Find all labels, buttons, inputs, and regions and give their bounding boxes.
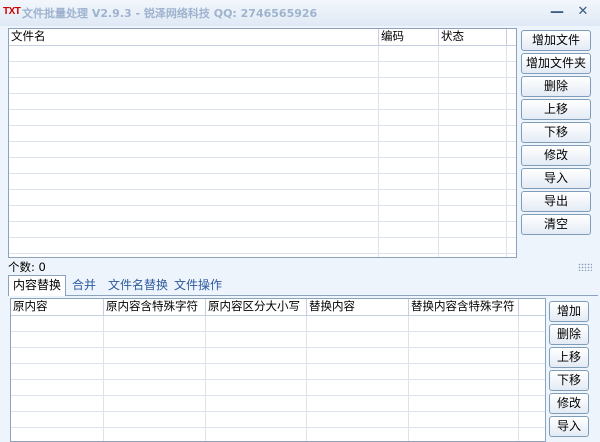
tab-file-operations[interactable]: 文件操作 (170, 276, 226, 295)
import-file-button[interactable]: 导入 (521, 168, 591, 189)
title-bar[interactable]: TXT 文件批量处理 V2.9.3 - 锐泽网络科技 QQ: 274656592… (0, 0, 600, 26)
tab-content-replace[interactable]: 内容替换 (8, 275, 67, 296)
edit-file-button[interactable]: 修改 (521, 145, 591, 166)
resize-grip-icon[interactable] (578, 263, 592, 271)
file-list-header: 文件名 编码 状态 (9, 29, 516, 46)
move-down-rule-button[interactable]: 下移 (549, 370, 589, 391)
column-header-original-case[interactable]: 原内容区分大小写 (206, 299, 307, 315)
add-file-button[interactable]: 增加文件 (521, 30, 591, 51)
tab-merge[interactable]: 合并 (68, 276, 100, 295)
move-up-file-button[interactable]: 上移 (521, 99, 591, 120)
delete-rule-button[interactable]: 删除 (549, 324, 589, 345)
file-list-table[interactable]: 文件名 编码 状态 (8, 28, 517, 258)
close-icon[interactable]: ✕ (574, 3, 592, 21)
replace-rules-header: 原内容 原内容含特殊字符 原内容区分大小写 替换内容 替换内容含特殊字符 (11, 299, 545, 316)
add-rule-button[interactable]: 增加 (549, 301, 589, 322)
column-header-replacement[interactable]: 替换内容 (307, 299, 409, 315)
file-list-rows[interactable] (9, 46, 516, 257)
column-header-encoding[interactable]: 编码 (379, 29, 439, 45)
add-folder-button[interactable]: 增加文件夹 (521, 53, 591, 74)
move-up-rule-button[interactable]: 上移 (549, 347, 589, 368)
replace-rules-rows[interactable] (11, 316, 545, 441)
import-rule-button[interactable]: 导入 (549, 416, 589, 437)
export-file-button[interactable]: 导出 (521, 191, 591, 212)
window-title: 文件批量处理 V2.9.3 - 锐泽网络科技 QQ: 2746565926 (22, 7, 318, 20)
edit-rule-button[interactable]: 修改 (549, 393, 589, 414)
minimize-icon[interactable]: — (548, 3, 566, 21)
column-header-original[interactable]: 原内容 (11, 299, 104, 315)
tab-filename-replace[interactable]: 文件名替换 (104, 276, 172, 295)
clear-list-button[interactable]: 清空 (521, 214, 591, 235)
app-logo: TXT (3, 6, 21, 17)
column-header-replacement-special[interactable]: 替换内容含特殊字符 (409, 299, 519, 315)
move-down-file-button[interactable]: 下移 (521, 122, 591, 143)
column-header-original-special[interactable]: 原内容含特殊字符 (104, 299, 206, 315)
replace-rules-table[interactable]: 原内容 原内容含特殊字符 原内容区分大小写 替换内容 替换内容含特殊字符 (10, 298, 546, 442)
file-count-label: 个数: 0 (8, 260, 46, 274)
column-header-filename[interactable]: 文件名 (9, 29, 379, 45)
status-bar: 个数: 0 (0, 258, 600, 274)
column-header-status[interactable]: 状态 (439, 29, 507, 45)
delete-file-button[interactable]: 删除 (521, 76, 591, 97)
